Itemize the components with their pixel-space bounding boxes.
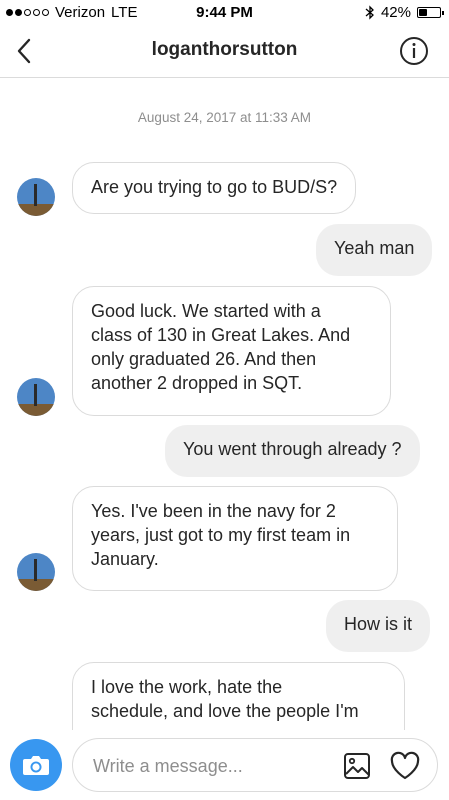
message-bubble-incoming[interactable]: Are you trying to go to BUD/S? xyxy=(72,162,357,214)
battery-icon xyxy=(417,7,444,18)
message-text-line: I love the work, hate the xyxy=(91,677,283,697)
heart-icon xyxy=(390,751,420,780)
message-bubble-incoming[interactable]: Yes. I've been in the navy for 2 years, … xyxy=(72,486,398,591)
sender-avatar[interactable] xyxy=(17,378,55,416)
gallery-button[interactable] xyxy=(343,752,371,780)
message-bubble-incoming[interactable]: Good luck. We started with a class of 13… xyxy=(72,286,391,416)
camera-button[interactable] xyxy=(10,739,62,791)
battery-percent: 42% xyxy=(380,4,411,21)
sender-avatar[interactable] xyxy=(17,553,55,591)
message-input[interactable] xyxy=(93,754,323,778)
message-text-line: January. xyxy=(91,549,159,569)
message-text: Are you trying to go to BUD/S? xyxy=(91,177,338,197)
message-text-line: schedule, and love the people I'm xyxy=(91,701,359,721)
heart-button[interactable] xyxy=(389,751,421,781)
message-text: You went through already ? xyxy=(183,439,402,459)
conversation-title[interactable]: loganthorsutton xyxy=(0,39,449,61)
conversation-header: loganthorsutton xyxy=(0,24,449,78)
message-box xyxy=(72,738,438,792)
message-bubble-outgoing[interactable]: You went through already ? xyxy=(165,425,420,477)
message-text-line: years, just got to my first team in xyxy=(91,525,351,545)
message-composer xyxy=(0,730,449,800)
gallery-icon xyxy=(344,753,370,779)
message-text-line: only graduated 26. And then xyxy=(91,349,317,369)
camera-icon xyxy=(23,756,49,775)
status-bar: Verizon LTE 9:44 PM 42% xyxy=(0,0,449,24)
bluetooth-icon xyxy=(365,5,374,20)
message-bubble-outgoing[interactable]: How is it xyxy=(326,600,431,652)
status-right: 42% xyxy=(365,4,444,21)
message-text-line: another 2 dropped in SQT. xyxy=(91,373,303,393)
message-text: How is it xyxy=(344,614,413,634)
sender-avatar[interactable] xyxy=(17,178,55,216)
message-text-line: class of 130 in Great Lakes. And xyxy=(91,325,351,345)
info-button[interactable] xyxy=(399,36,429,66)
info-icon xyxy=(400,37,428,65)
message-bubble-outgoing[interactable]: Yeah man xyxy=(316,224,433,276)
message-text: Yeah man xyxy=(334,238,415,258)
message-text-line: Yes. I've been in the navy for 2 xyxy=(91,501,336,521)
conversation-timestamp: August 24, 2017 at 11:33 AM xyxy=(137,110,312,125)
message-text-line: Good luck. We started with a xyxy=(91,301,321,321)
